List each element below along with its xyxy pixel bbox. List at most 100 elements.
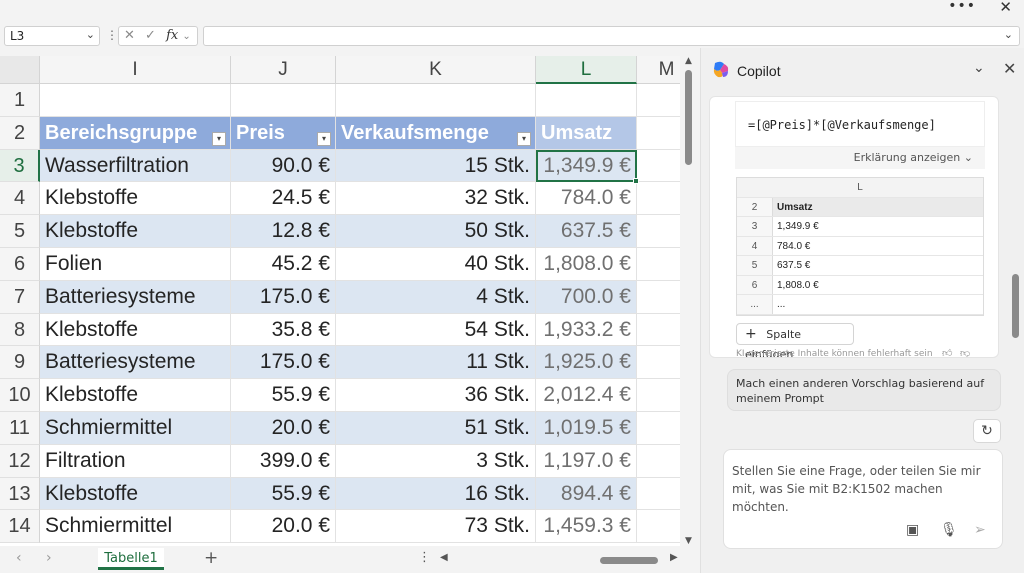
- cell[interactable]: [637, 84, 680, 117]
- table-data-cell[interactable]: Klebstoffe: [40, 379, 231, 412]
- table-data-cell[interactable]: 36 Stk.: [336, 379, 536, 412]
- table-data-cell[interactable]: 894.4 €: [536, 477, 637, 511]
- table-data-cell[interactable]: 4 Stk.: [336, 280, 536, 314]
- prompt-guide-icon[interactable]: ▣: [906, 522, 919, 538]
- row-header-3[interactable]: 3: [0, 149, 40, 183]
- row-header-8[interactable]: 8: [0, 313, 40, 347]
- table-data-cell[interactable]: Batteriesysteme: [40, 346, 231, 380]
- table-data-cell[interactable]: 24.5 €: [231, 182, 336, 216]
- row-header-4[interactable]: 4: [0, 182, 40, 216]
- table-data-cell[interactable]: 55.9 €: [231, 477, 336, 511]
- column-header-m[interactable]: M: [637, 56, 680, 84]
- table-data-cell[interactable]: 50 Stk.: [336, 215, 536, 248]
- table-data-cell[interactable]: Filtration: [40, 444, 231, 478]
- row-header-9[interactable]: 9: [0, 346, 40, 380]
- confirm-icon[interactable]: ✓: [145, 28, 156, 43]
- cell[interactable]: [637, 478, 680, 511]
- more-vertical-icon[interactable]: ⋮: [106, 28, 118, 42]
- table-header-cell[interactable]: Bereichsgruppe ▾: [40, 116, 231, 150]
- next-sheet-icon[interactable]: ›: [46, 550, 52, 566]
- cell[interactable]: [637, 379, 680, 412]
- formula-input[interactable]: ⌄: [203, 26, 1020, 46]
- row-header-11[interactable]: 11: [0, 412, 40, 445]
- cell[interactable]: [336, 84, 536, 117]
- table-data-cell[interactable]: Klebstoffe: [40, 182, 231, 216]
- thumbs-down-icon[interactable]: 👎︎: [960, 347, 970, 357]
- column-header-i[interactable]: I: [40, 56, 231, 84]
- table-data-cell[interactable]: 3 Stk.: [336, 444, 536, 478]
- table-data-cell[interactable]: 1,808.0 €: [536, 248, 637, 281]
- microphone-icon[interactable]: 🎙︎: [940, 522, 958, 538]
- cell[interactable]: [637, 248, 680, 281]
- scroll-right-icon[interactable]: ▶: [670, 552, 678, 563]
- insert-column-button[interactable]: + Spalte einfügen: [736, 323, 854, 357]
- table-data-cell[interactable]: 20.0 €: [231, 510, 336, 544]
- row-header-6[interactable]: 6: [0, 248, 40, 281]
- cell[interactable]: [637, 346, 680, 380]
- table-header-cell[interactable]: Preis ▾: [231, 116, 336, 150]
- table-data-cell[interactable]: 54 Stk.: [336, 313, 536, 347]
- cell[interactable]: [637, 281, 680, 314]
- select-all-corner[interactable]: [0, 56, 40, 84]
- table-data-cell[interactable]: 1,197.0 €: [536, 444, 637, 478]
- table-data-cell[interactable]: 40 Stk.: [336, 248, 536, 281]
- cell[interactable]: [637, 445, 680, 478]
- table-data-cell[interactable]: 637.5 €: [536, 215, 637, 248]
- expand-formula-icon[interactable]: ⌄: [1004, 28, 1013, 41]
- table-data-cell[interactable]: 90.0 €: [231, 149, 336, 183]
- row-header-13[interactable]: 13: [0, 477, 40, 511]
- table-data-cell[interactable]: 32 Stk.: [336, 182, 536, 216]
- table-header-cell[interactable]: Verkaufsmenge ▾: [336, 116, 536, 150]
- filter-dropdown-icon[interactable]: ▾: [317, 131, 331, 146]
- table-data-cell[interactable]: 51 Stk.: [336, 412, 536, 445]
- table-data-cell[interactable]: 700.0 €: [536, 280, 637, 314]
- table-data-cell[interactable]: 1,925.0 €: [536, 346, 637, 380]
- table-data-cell[interactable]: Klebstoffe: [40, 313, 231, 347]
- pane-scrollbar-thumb[interactable]: [1012, 274, 1019, 338]
- row-header-5[interactable]: 5: [0, 215, 40, 248]
- scroll-up-icon[interactable]: ▲: [685, 56, 692, 66]
- column-header-l[interactable]: L: [536, 56, 637, 84]
- table-data-cell[interactable]: Folien: [40, 248, 231, 281]
- scroll-left-icon[interactable]: ◀: [440, 552, 448, 563]
- cell[interactable]: [231, 84, 336, 117]
- table-data-cell[interactable]: 784.0 €: [536, 182, 637, 216]
- explain-button[interactable]: Erklärung anzeigen ⌄: [735, 147, 985, 169]
- chevron-down-icon[interactable]: ⌄: [973, 60, 985, 76]
- table-data-cell[interactable]: Wasserfiltration: [40, 149, 231, 183]
- worksheet-grid[interactable]: I J K L M 1 2 Bereichsgruppe ▾ Preis ▾ Verkaufsmeng…: [0, 56, 680, 546]
- cell[interactable]: [637, 510, 680, 544]
- table-data-cell[interactable]: Schmiermittel: [40, 510, 231, 544]
- close-icon[interactable]: ✕: [1003, 59, 1016, 78]
- table-data-cell[interactable]: 2,012.4 €: [536, 379, 637, 412]
- table-data-cell[interactable]: 1,019.5 €: [536, 412, 637, 445]
- column-header-k[interactable]: K: [336, 56, 536, 84]
- row-header-2[interactable]: 2: [0, 116, 40, 150]
- cell[interactable]: [536, 84, 637, 117]
- cancel-icon[interactable]: ✕: [124, 28, 135, 43]
- table-data-cell[interactable]: 399.0 €: [231, 444, 336, 478]
- refresh-icon[interactable]: ↻: [973, 419, 1001, 443]
- fill-handle[interactable]: [633, 178, 639, 185]
- table-data-cell[interactable]: 1,349.9 €: [536, 149, 637, 183]
- thumbs-up-icon[interactable]: 👍︎: [942, 347, 952, 357]
- function-icon[interactable]: fx: [166, 28, 178, 43]
- sheet-tab-tabelle1[interactable]: Tabelle1: [98, 548, 164, 570]
- table-data-cell[interactable]: 1,459.3 €: [536, 510, 637, 544]
- table-header-cell[interactable]: Umsatz: [536, 116, 637, 150]
- name-box[interactable]: L3 ⌄: [4, 26, 100, 46]
- table-data-cell[interactable]: 12.8 €: [231, 215, 336, 248]
- table-data-cell[interactable]: Schmiermittel: [40, 412, 231, 445]
- row-header-1[interactable]: 1: [0, 84, 40, 117]
- send-icon[interactable]: ➢: [974, 522, 986, 538]
- suggested-prompt-button[interactable]: Mach einen anderen Vorschlag basierend a…: [727, 369, 1001, 411]
- filter-dropdown-icon[interactable]: ▾: [212, 131, 226, 146]
- table-data-cell[interactable]: 45.2 €: [231, 248, 336, 281]
- prompt-input[interactable]: Stellen Sie eine Frage, oder teilen Sie …: [723, 449, 1003, 549]
- table-data-cell[interactable]: 55.9 €: [231, 379, 336, 412]
- cell[interactable]: [637, 412, 680, 445]
- filter-dropdown-icon[interactable]: ▾: [517, 131, 531, 146]
- more-icon[interactable]: •••: [948, 0, 976, 14]
- close-icon[interactable]: ✕: [999, 0, 1012, 16]
- horizontal-scrollbar-thumb[interactable]: [600, 557, 658, 564]
